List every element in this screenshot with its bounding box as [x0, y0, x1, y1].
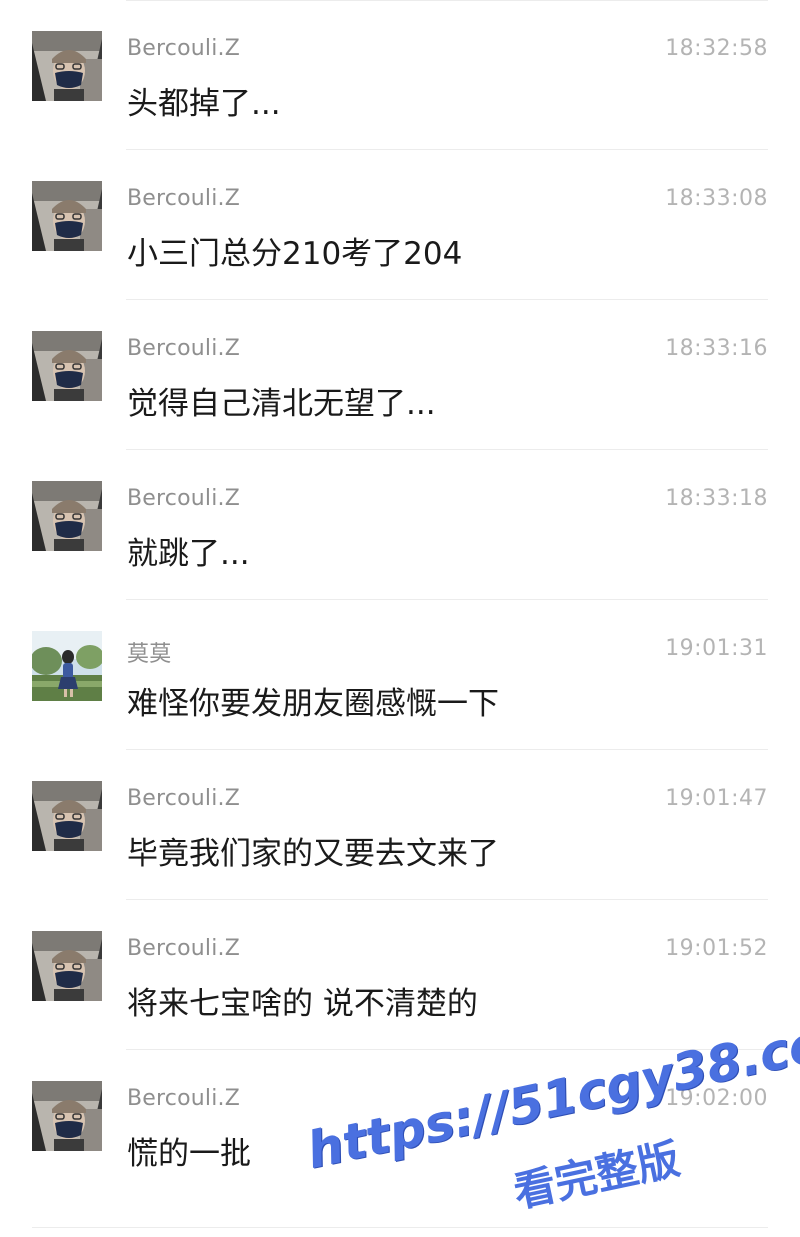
- message-time: 18:33:18: [665, 486, 768, 511]
- masked-man-avatar-icon: [32, 31, 102, 101]
- masked-man-avatar-icon: [32, 331, 102, 401]
- avatar[interactable]: [32, 481, 102, 551]
- message-time: 19:01:47: [665, 786, 768, 811]
- avatar[interactable]: [32, 1081, 102, 1151]
- avatar[interactable]: [32, 631, 102, 701]
- message-divider: [32, 1227, 768, 1228]
- sender-name: Bercouli.Z: [127, 1086, 240, 1111]
- message-time: 19:01:52: [665, 936, 768, 961]
- message-time: 19:01:31: [665, 636, 768, 661]
- message-text: 就跳了...: [127, 536, 250, 572]
- sender-name: Bercouli.Z: [127, 486, 240, 511]
- message-time: 18:32:58: [665, 36, 768, 61]
- message-item[interactable]: Bercouli.Z 18:33:08 小三门总分210考了204: [0, 150, 800, 300]
- masked-man-avatar-icon: [32, 481, 102, 551]
- message-item[interactable]: Bercouli.Z 18:33:18 就跳了...: [0, 450, 800, 600]
- sender-name: Bercouli.Z: [127, 786, 240, 811]
- masked-man-avatar-icon: [32, 181, 102, 251]
- sender-name: Bercouli.Z: [127, 186, 240, 211]
- message-item[interactable]: Bercouli.Z 19:02:00 慌的一批: [0, 1050, 800, 1228]
- message-item[interactable]: Bercouli.Z 19:01:52 将来七宝啥的 说不清楚的: [0, 900, 800, 1050]
- sender-name: Bercouli.Z: [127, 336, 240, 361]
- sender-name: 莫莫: [127, 642, 172, 667]
- avatar[interactable]: [32, 931, 102, 1001]
- message-text: 慌的一批: [127, 1136, 251, 1172]
- sender-name: Bercouli.Z: [127, 36, 240, 61]
- girl-outdoor-avatar-icon: [32, 631, 102, 701]
- message-item[interactable]: 莫莫 19:01:31 难怪你要发朋友圈感慨一下: [0, 600, 800, 750]
- avatar[interactable]: [32, 331, 102, 401]
- message-text: 毕竟我们家的又要去文来了: [127, 836, 499, 872]
- avatar[interactable]: [32, 781, 102, 851]
- message-time: 18:33:08: [665, 186, 768, 211]
- message-text: 觉得自己清北无望了...: [127, 386, 436, 422]
- avatar[interactable]: [32, 31, 102, 101]
- masked-man-avatar-icon: [32, 1081, 102, 1151]
- masked-man-avatar-icon: [32, 931, 102, 1001]
- message-time: 19:02:00: [665, 1086, 768, 1111]
- message-item[interactable]: Bercouli.Z 18:33:16 觉得自己清北无望了...: [0, 300, 800, 450]
- message-text: 小三门总分210考了204: [127, 236, 463, 272]
- message-text: 难怪你要发朋友圈感慨一下: [127, 686, 499, 722]
- message-item[interactable]: Bercouli.Z 19:01:47 毕竟我们家的又要去文来了: [0, 750, 800, 900]
- sender-name: Bercouli.Z: [127, 936, 240, 961]
- message-time: 18:33:16: [665, 336, 768, 361]
- message-text: 头都掉了...: [127, 86, 281, 122]
- masked-man-avatar-icon: [32, 781, 102, 851]
- message-item[interactable]: Bercouli.Z 18:32:58 头都掉了...: [0, 0, 800, 150]
- message-text: 将来七宝啥的 说不清楚的: [127, 986, 478, 1022]
- avatar[interactable]: [32, 181, 102, 251]
